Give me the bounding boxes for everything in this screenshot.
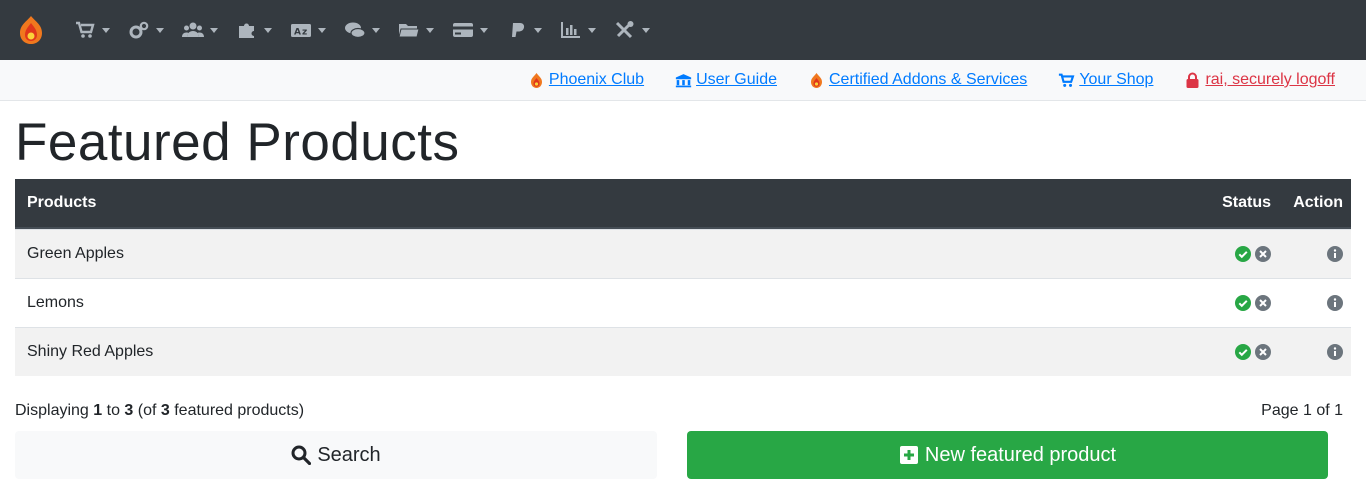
nav-paypal[interactable] [500, 0, 548, 60]
search-icon [291, 445, 312, 465]
pagination-text: Page 1 of 1 [1261, 402, 1343, 419]
status-cell [891, 246, 1271, 262]
displaying-count: Displaying 1 to 3 (of 3 featured product… [15, 402, 305, 419]
chevron-down-icon [318, 27, 326, 33]
header-status: Status [1222, 194, 1271, 211]
chevron-down-icon [210, 27, 218, 33]
chevron-down-icon [642, 27, 650, 33]
check-circle-icon[interactable] [1235, 246, 1251, 262]
chevron-down-icon [102, 27, 110, 33]
nav-marketing[interactable] [338, 0, 386, 60]
status-cell [891, 344, 1271, 360]
check-circle-icon[interactable] [1235, 344, 1251, 360]
info-circle-icon[interactable] [1327, 344, 1343, 360]
top-navbar: Az [0, 0, 1366, 60]
search-button[interactable]: Search [15, 431, 657, 479]
action-cell [1271, 344, 1351, 360]
nav-modules[interactable] [230, 0, 278, 60]
phoenix-logo[interactable] [14, 13, 48, 47]
nav-reports[interactable] [554, 0, 602, 60]
times-circle-icon[interactable] [1255, 295, 1271, 311]
quick-links-bar: Phoenix Club User Guide Certified Addons… [0, 60, 1366, 101]
table-header: Products Status Action [15, 179, 1351, 229]
phoenix-icon [810, 72, 822, 88]
table-row[interactable]: Shiny Red Apples [15, 327, 1351, 376]
page-title: Featured Products [15, 113, 460, 172]
credit-card-icon [453, 23, 473, 37]
your-shop-link[interactable]: Your Shop [1058, 71, 1153, 89]
comments-icon [345, 22, 366, 39]
chevron-down-icon [426, 27, 434, 33]
table-row[interactable]: Lemons [15, 278, 1351, 327]
product-name: Shiny Red Apples [27, 343, 154, 360]
chevron-down-icon [156, 27, 164, 33]
university-icon [675, 73, 692, 87]
status-cell [891, 295, 1271, 311]
cogs-icon [129, 21, 149, 39]
nav-payment[interactable] [446, 0, 494, 60]
cart-icon [1059, 73, 1075, 87]
tools-icon [615, 21, 634, 39]
check-circle-icon[interactable] [1235, 295, 1251, 311]
chevron-down-icon [264, 27, 272, 33]
times-circle-icon[interactable] [1255, 344, 1271, 360]
new-featured-product-button[interactable]: New featured product [687, 431, 1328, 479]
action-cell [1271, 295, 1351, 311]
chevron-down-icon [588, 27, 596, 33]
chevron-down-icon [534, 27, 542, 33]
nav-catalog[interactable] [68, 0, 116, 60]
nav-customers[interactable] [176, 0, 224, 60]
cart-icon [76, 21, 95, 38]
action-cell [1271, 246, 1351, 262]
table-row[interactable]: Green Apples [15, 229, 1351, 278]
times-circle-icon[interactable] [1255, 246, 1271, 262]
nav-localization[interactable]: Az [284, 0, 332, 60]
svg-text:A: A [294, 28, 301, 38]
folder-icon [398, 24, 420, 38]
chart-bar-icon [561, 22, 580, 38]
puzzle-icon [239, 23, 254, 38]
user-guide-link[interactable]: User Guide [675, 71, 777, 89]
nav-configuration[interactable] [122, 0, 170, 60]
phoenix-club-link[interactable]: Phoenix Club [528, 71, 644, 89]
header-products: Products [27, 194, 97, 211]
listing-summary: Displaying 1 to 3 (of 3 featured product… [15, 401, 1343, 421]
phoenix-icon [530, 72, 542, 88]
info-circle-icon[interactable] [1327, 246, 1343, 262]
lock-icon [1186, 72, 1199, 88]
product-name: Lemons [27, 294, 84, 311]
logoff-link[interactable]: rai, securely logoff [1184, 71, 1335, 89]
header-action: Action [1293, 194, 1343, 211]
nav-tools[interactable] [608, 0, 656, 60]
featured-products-table: Products Status Action Green Apples Lemo… [15, 179, 1351, 376]
info-circle-icon[interactable] [1327, 295, 1343, 311]
plus-square-icon [899, 446, 918, 464]
action-buttons: Search New featured product [15, 431, 1366, 479]
chevron-down-icon [372, 27, 380, 33]
users-icon [182, 22, 204, 37]
paypal-icon [512, 23, 525, 37]
chevron-down-icon [480, 27, 488, 33]
svg-text:z: z [302, 28, 307, 38]
product-name: Green Apples [27, 245, 124, 262]
language-icon: Az [291, 24, 311, 38]
nav-orders[interactable] [392, 0, 440, 60]
certified-addons-link[interactable]: Certified Addons & Services [808, 71, 1027, 89]
